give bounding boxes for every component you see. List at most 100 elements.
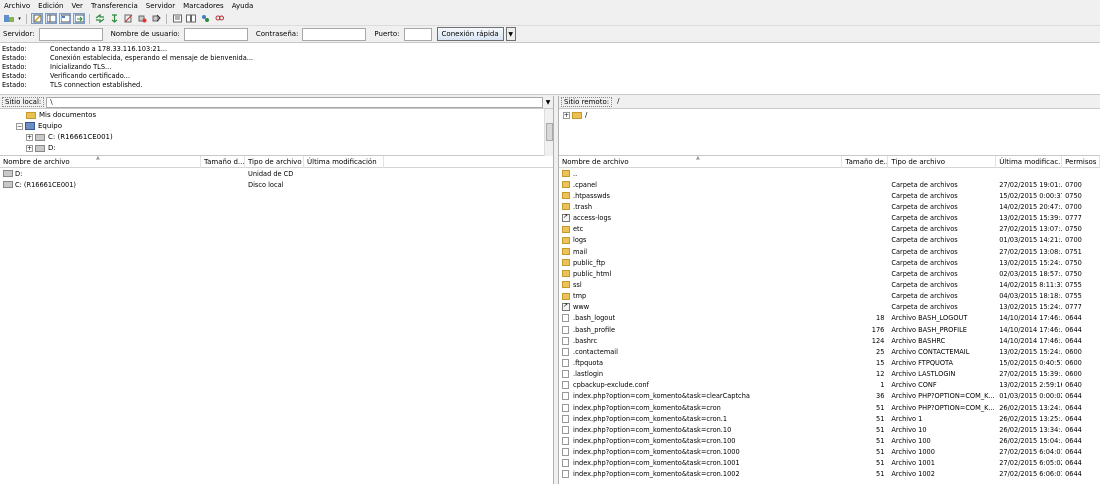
file-row[interactable]: .bash_logout 18 Archivo BASH_LOGOUT 14/10/2… — [559, 313, 1100, 324]
file-row[interactable]: index.php?option=com_komento&task=cron.1… — [559, 424, 1100, 435]
menu-transferencia[interactable]: Transferencia — [91, 2, 138, 10]
remote-path-input[interactable]: / — [614, 96, 1100, 108]
menu-archivo[interactable]: Archivo — [4, 2, 30, 10]
process-queue-icon[interactable] — [108, 13, 120, 24]
log-key: Estado: — [2, 63, 27, 71]
file-row[interactable]: .contactemail 25 Archivo CONTACTEMAIL 13/02… — [559, 346, 1100, 357]
quickconnect-button[interactable]: Conexión rápida — [436, 27, 504, 41]
tree-item-drive-d[interactable]: + D: — [26, 143, 56, 153]
file-row[interactable]: mail Carpeta de archivos 27/02/2015 13:08:… — [559, 246, 1100, 257]
quickconnect-dropdown-icon[interactable]: ▼ — [505, 27, 516, 41]
file-type: Archivo PHP?OPTION=COM_K... — [891, 392, 995, 401]
file-row[interactable]: ssl Carpeta de archivos 14/02/2015 8:11:33… — [559, 279, 1100, 290]
tree-item-drive-c[interactable]: + C: (R16661CE001) — [26, 132, 113, 142]
toggle-remote-tree-icon[interactable] — [59, 13, 71, 24]
file-row[interactable]: public_ftp Carpeta de archivos 13/02/2015 … — [559, 257, 1100, 268]
file-row[interactable]: index.php?option=com_komento&task=cron 51… — [559, 402, 1100, 413]
search-remote-icon[interactable] — [213, 13, 225, 24]
col-header-size[interactable]: Tamaño d... — [201, 155, 245, 168]
directory-listing-filters-icon[interactable] — [171, 13, 183, 24]
tree-item-mis-documentos[interactable]: Mis documentos — [26, 110, 96, 120]
menu-marcadores[interactable]: Marcadores — [183, 2, 224, 10]
port-input[interactable] — [403, 27, 432, 41]
collapse-icon[interactable]: − — [16, 122, 23, 130]
local-path-dropdown-icon[interactable]: ▼ — [543, 99, 553, 106]
file-row[interactable]: cpbackup-exclude.conf 1 Archivo CONF 13/02/… — [559, 380, 1100, 391]
toggle-queue-icon[interactable] — [73, 13, 85, 24]
file-row[interactable]: index.php?option=com_komento&task=cron.1… — [559, 458, 1100, 469]
menu-ver[interactable]: Ver — [72, 2, 83, 10]
file-row[interactable]: .bashrc 124 Archivo BASHRC 14/10/2014 17:46… — [559, 335, 1100, 346]
tree-item-root[interactable]: + / — [563, 110, 587, 120]
file-row[interactable]: www Carpeta de archivos 13/02/2015 15:24:.… — [559, 302, 1100, 313]
menu-servidor[interactable]: Servidor — [146, 2, 175, 10]
file-row[interactable]: tmp Carpeta de archivos 04/03/2015 18:18:.… — [559, 291, 1100, 302]
file-size: 12 — [876, 370, 885, 379]
log-message: Conectando a 178.33.116.103:21... — [50, 45, 168, 53]
file-row[interactable]: index.php?option=com_komento&task=clearC… — [559, 391, 1100, 402]
file-row[interactable]: .. — [559, 168, 1100, 179]
file-modified: 27/02/2015 6:04:01 — [999, 448, 1063, 457]
expand-icon[interactable]: + — [563, 111, 570, 119]
col-header-modified[interactable]: Última modificac... — [996, 155, 1063, 168]
toggle-log-icon[interactable] — [31, 13, 43, 24]
file-row[interactable]: .ftpquota 15 Archivo FTPQUOTA 15/02/2015 0:… — [559, 357, 1100, 368]
menu-edicion[interactable]: Edición — [38, 2, 63, 10]
file-icon — [562, 425, 569, 434]
file-name: www — [573, 303, 590, 312]
disconnect-icon[interactable] — [136, 13, 148, 24]
col-header-name[interactable]: Nombre de archivo — [0, 155, 201, 168]
file-row[interactable]: access-logs Carpeta de archivos 13/02/2015… — [559, 213, 1100, 224]
reconnect-icon[interactable] — [150, 13, 162, 24]
file-row[interactable]: index.php?option=com_komento&task=cron.1… — [559, 469, 1100, 480]
file-row[interactable]: .bash_profile 176 Archivo BASH_PROFILE 14/1… — [559, 324, 1100, 335]
file-row[interactable]: index.php?option=com_komento&task=cron.1… — [559, 413, 1100, 424]
col-header-type[interactable]: Tipo de archivo — [245, 155, 304, 168]
file-type: Archivo 1 — [891, 414, 923, 423]
file-icon — [562, 414, 569, 423]
file-row[interactable]: .lastlogin 12 Archivo LASTLOGIN 27/02/2015 … — [559, 369, 1100, 380]
file-name: etc — [573, 225, 584, 234]
file-type: Disco local — [248, 180, 284, 189]
password-input[interactable] — [302, 27, 367, 41]
refresh-icon[interactable] — [94, 13, 106, 24]
file-row[interactable]: logs Carpeta de archivos 01/03/2015 14:21:… — [559, 235, 1100, 246]
file-row[interactable]: .cpanel Carpeta de archivos 27/02/2015 19:… — [559, 179, 1100, 190]
file-permissions: 0700 — [1065, 180, 1082, 189]
col-header-modified[interactable]: Última modificación — [304, 155, 384, 168]
cancel-operation-icon[interactable] — [122, 13, 134, 24]
file-modified: 27/02/2015 15:39:... — [999, 370, 1063, 379]
file-modified: 13/02/2015 15:24:... — [999, 347, 1063, 356]
local-path-input[interactable]: \ — [46, 96, 543, 108]
col-header-permissions[interactable]: Permisos — [1062, 155, 1100, 168]
expand-icon[interactable]: + — [26, 133, 33, 141]
site-manager-icon[interactable] — [3, 13, 15, 24]
menu-ayuda[interactable]: Ayuda — [232, 2, 254, 10]
folder-icon — [562, 181, 570, 189]
file-type: Carpeta de archivos — [891, 214, 958, 223]
file-row[interactable]: C: (R16661CE001) Disco local — [0, 179, 553, 190]
toggle-local-tree-icon[interactable] — [45, 13, 57, 24]
scrollbar-thumb[interactable] — [546, 123, 553, 141]
expand-icon[interactable]: + — [26, 144, 33, 152]
file-row[interactable]: index.php?option=com_komento&task=cron.1… — [559, 447, 1100, 458]
site-manager-dropdown-icon[interactable]: ▾ — [17, 13, 22, 24]
file-row[interactable]: index.php?option=com_komento&task=cron.1… — [559, 435, 1100, 446]
file-type: Carpeta de archivos — [891, 225, 958, 234]
file-row[interactable]: etc Carpeta de archivos 27/02/2015 13:07:.… — [559, 224, 1100, 235]
file-row[interactable]: .htpasswds Carpeta de archivos 15/02/2015 … — [559, 190, 1100, 201]
file-modified: 13/02/2015 15:39:... — [999, 214, 1063, 223]
col-header-size[interactable]: Tamaño de... — [842, 155, 889, 168]
local-tree-scrollbar[interactable] — [544, 109, 553, 156]
username-input[interactable] — [183, 27, 248, 41]
col-header-type[interactable]: Tipo de archivo — [888, 155, 997, 168]
file-row[interactable]: D: Unidad de CD — [0, 168, 553, 179]
col-header-name[interactable]: Nombre de archivo — [559, 155, 843, 168]
file-row[interactable]: .trash Carpeta de archivos 14/02/2015 20:4… — [559, 201, 1100, 212]
file-row[interactable]: public_html Carpeta de archivos 02/03/2015… — [559, 268, 1100, 279]
server-input[interactable] — [38, 27, 103, 41]
compare-directories-icon[interactable] — [185, 13, 197, 24]
file-type: Archivo PHP?OPTION=COM_K... — [891, 403, 995, 412]
tree-item-equipo[interactable]: − Equipo — [16, 121, 62, 131]
synchronized-browsing-icon[interactable] — [199, 13, 211, 24]
